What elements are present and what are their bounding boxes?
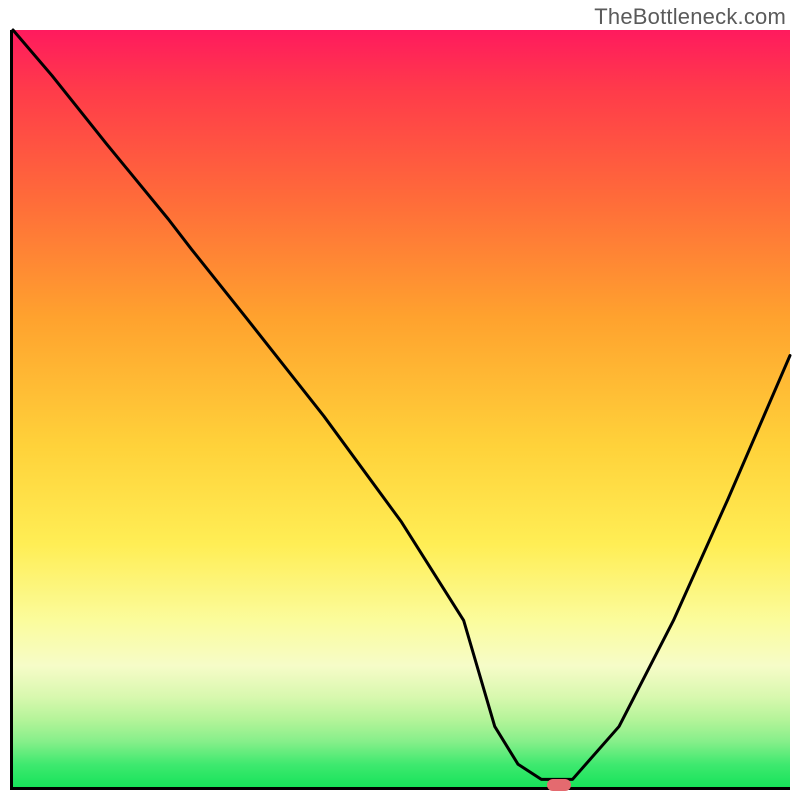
watermark-text: TheBottleneck.com	[594, 4, 786, 30]
bottleneck-curve	[13, 30, 790, 787]
curve-path	[13, 30, 790, 779]
optimal-marker	[547, 779, 571, 791]
chart-container: TheBottleneck.com	[0, 0, 800, 800]
plot-area	[10, 30, 790, 790]
